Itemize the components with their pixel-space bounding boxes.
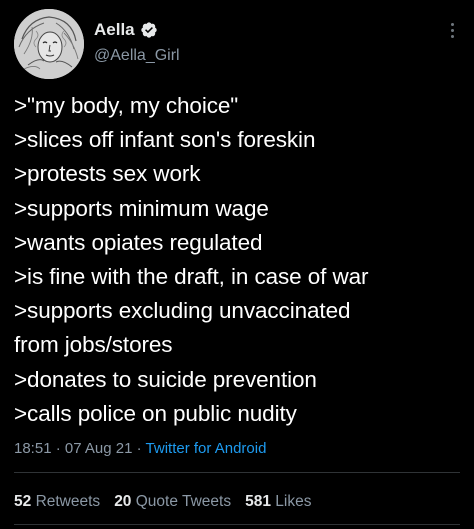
tweet-text-line: >supports excluding unvaccinated (14, 298, 351, 324)
meta-separator: · (132, 440, 146, 457)
quote-tweets-label: Quote Tweets (135, 493, 232, 510)
divider (14, 524, 460, 525)
tweet-meta: 18:51 · 07 Aug 21 · Twitter for Android (14, 439, 266, 459)
display-name[interactable]: Aella (94, 19, 135, 41)
likes-count: 581 (245, 493, 271, 510)
divider (14, 472, 460, 473)
meta-separator: · (51, 440, 65, 457)
tweet-text-line: >supports minimum wage (14, 195, 269, 221)
tweet-stats: 52 Retweets 20 Quote Tweets 581 Likes (14, 492, 311, 512)
sketch-portrait-avatar-icon (14, 9, 84, 79)
tweet-text-line: from jobs/stores (14, 332, 173, 358)
quote-tweets-stat[interactable]: 20 Quote Tweets (114, 492, 231, 512)
tweet-time[interactable]: 18:51 (14, 440, 52, 457)
tweet-text-line: >slices off infant son's foreskin (14, 127, 316, 153)
retweets-count: 52 (14, 493, 32, 510)
tweet-text-line: >donates to suicide prevention (14, 366, 317, 392)
tweet-source-link[interactable]: Twitter for Android (146, 440, 267, 457)
avatar[interactable] (14, 9, 84, 79)
tweet-text-line: >is fine with the draft, in case of war (14, 264, 369, 290)
more-options-icon[interactable] (444, 19, 460, 41)
tweet-header: Aella @Aella_Girl (14, 9, 460, 83)
tweet-text-line: >wants opiates regulated (14, 229, 263, 255)
tweet-text-line: >"my body, my choice" (14, 93, 239, 118)
verified-badge-icon (140, 21, 158, 39)
name-row: Aella (94, 19, 158, 41)
likes-label: Likes (275, 493, 312, 510)
retweets-label: Retweets (35, 493, 101, 510)
tweet: Aella @Aella_Girl >"my body, my choice" … (0, 0, 474, 529)
likes-stat[interactable]: 581 Likes (245, 492, 311, 512)
tweet-text-line: >calls police on public nudity (14, 400, 297, 426)
tweet-text-line: >protests sex work (14, 161, 201, 187)
tweet-date[interactable]: 07 Aug 21 (65, 440, 133, 457)
quote-tweets-count: 20 (114, 493, 132, 510)
retweets-stat[interactable]: 52 Retweets (14, 492, 100, 512)
tweet-text: >"my body, my choice" >slices off infant… (14, 89, 464, 431)
user-handle[interactable]: @Aella_Girl (94, 46, 180, 66)
